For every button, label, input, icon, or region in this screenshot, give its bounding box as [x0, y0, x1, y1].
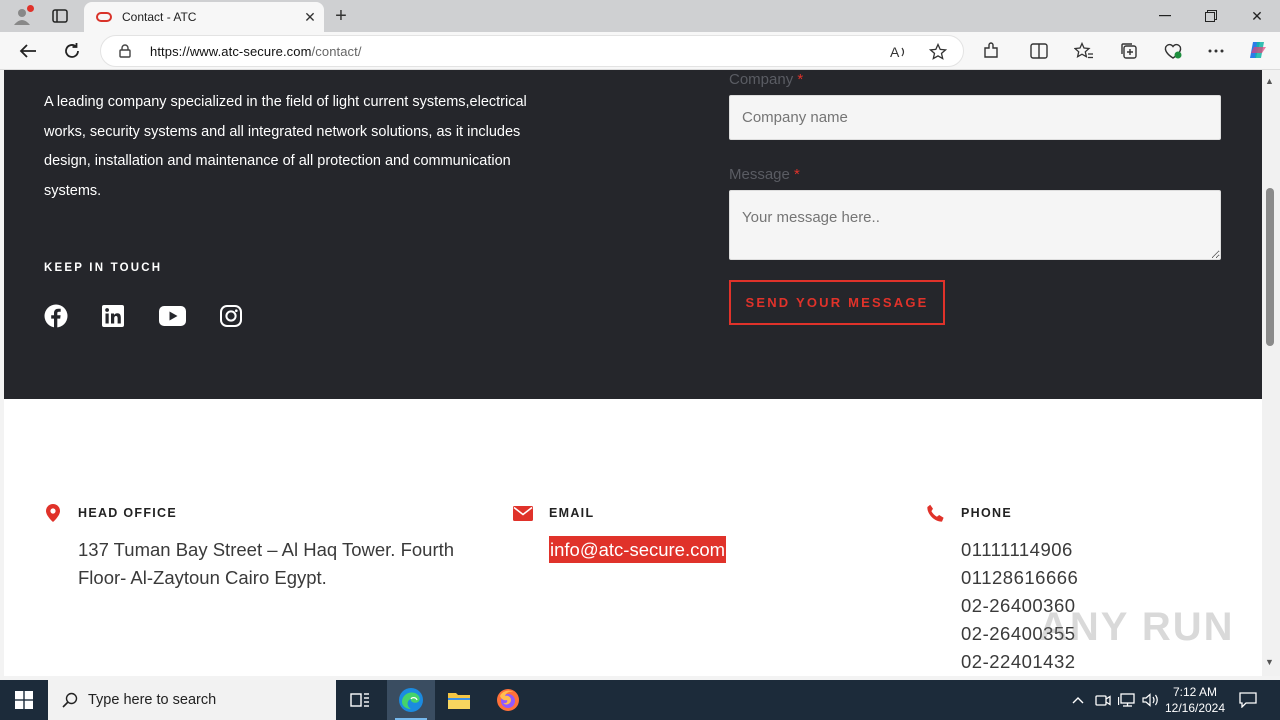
required-mark: *: [797, 71, 804, 88]
scroll-up-icon[interactable]: ▲: [1265, 76, 1274, 86]
tab-contact-atc[interactable]: Contact - ATC ✕: [84, 2, 324, 32]
message-textarea[interactable]: [729, 190, 1221, 260]
new-tab-icon[interactable]: +: [328, 4, 354, 28]
message-label-text: Message: [729, 166, 790, 183]
tab-actions-icon[interactable]: [48, 6, 72, 26]
clock-time: 7:12 AM: [1172, 685, 1218, 699]
more-menu-icon[interactable]: [1205, 41, 1227, 61]
browser-essentials-icon[interactable]: [1162, 41, 1184, 61]
keep-in-touch-heading: KEEP IN TOUCH: [44, 262, 163, 274]
favorites-icon[interactable]: [1073, 41, 1095, 61]
phone-number[interactable]: 01111114906: [961, 536, 1078, 564]
url-field[interactable]: https://www.atc-secure.com/contact/ A: [100, 35, 964, 67]
scroll-down-icon[interactable]: ▼: [1265, 657, 1274, 667]
clock-date: 12/16/2024: [1164, 701, 1226, 715]
anyrun-watermark: ANY RUN: [1039, 605, 1235, 649]
refresh-icon[interactable]: [58, 37, 86, 65]
location-pin-icon: [42, 503, 64, 523]
minimize-icon[interactable]: [1142, 0, 1188, 32]
browser-tab-bar: Contact - ATC ✕ + ✕: [0, 0, 1280, 32]
volume-icon[interactable]: [1140, 680, 1162, 720]
company-label-text: Company: [729, 71, 794, 88]
split-screen-icon[interactable]: [1028, 41, 1050, 61]
back-icon[interactable]: [14, 37, 42, 65]
atc-favicon-icon: [96, 12, 112, 22]
phone-number[interactable]: 01128616666: [961, 564, 1078, 592]
search-icon: [62, 692, 78, 708]
linkedin-icon[interactable]: [101, 304, 125, 328]
lock-icon[interactable]: [119, 44, 131, 63]
email-title: EMAIL: [549, 506, 595, 520]
email-link[interactable]: info@atc-secure.com: [549, 536, 727, 563]
meet-now-icon[interactable]: [1093, 680, 1113, 720]
read-aloud-icon[interactable]: A: [889, 42, 909, 62]
network-icon[interactable]: [1116, 680, 1138, 720]
svg-text:A: A: [890, 44, 900, 60]
file-explorer-icon[interactable]: [435, 680, 483, 720]
message-label: Message *: [729, 166, 800, 183]
company-description: A leading company specialized in the fie…: [44, 94, 527, 199]
firefox-icon[interactable]: [484, 680, 532, 720]
social-links: [44, 304, 243, 328]
search-placeholder: Type here to search: [88, 692, 217, 708]
youtube-icon[interactable]: [158, 304, 186, 328]
scrollbar-thumb[interactable]: [1266, 188, 1274, 346]
notifications-icon[interactable]: [1236, 680, 1260, 720]
restore-icon[interactable]: [1188, 0, 1234, 32]
company-label: Company *: [729, 71, 803, 88]
envelope-icon: [512, 503, 534, 523]
task-view-icon[interactable]: [336, 680, 384, 720]
profile-icon[interactable]: [10, 5, 34, 27]
phone-title: PHONE: [961, 506, 1012, 520]
url-host: https://www.atc-secure.com: [150, 44, 312, 59]
footer-dark-section: A leading company specialized in the fie…: [4, 70, 1262, 399]
favorite-star-icon[interactable]: [928, 42, 948, 62]
copilot-icon[interactable]: [1246, 38, 1270, 62]
send-message-button[interactable]: SEND YOUR MESSAGE: [729, 280, 945, 325]
windows-taskbar: Type here to search 7:12 AM 12/16/2024: [0, 680, 1280, 720]
phone-number[interactable]: 02-22401432: [961, 648, 1078, 676]
page-scrollbar[interactable]: ▲ ▼: [1262, 70, 1280, 676]
edge-taskbar-icon[interactable]: [387, 680, 435, 720]
address-bar: https://www.atc-secure.com/contact/ A: [0, 32, 1280, 70]
url-text: https://www.atc-secure.com/contact/: [150, 44, 362, 59]
phone-icon: [924, 503, 946, 523]
extensions-icon[interactable]: [980, 41, 1002, 61]
required-mark: *: [794, 166, 800, 183]
tab-title: Contact - ATC: [122, 10, 197, 24]
page-viewport: A leading company specialized in the fie…: [4, 70, 1262, 676]
head-office-title: HEAD OFFICE: [78, 506, 178, 520]
close-window-icon[interactable]: ✕: [1234, 0, 1280, 32]
office-address: 137 Tuman Bay Street – Al Haq Tower. Fou…: [78, 539, 455, 588]
taskbar-search-box[interactable]: Type here to search: [48, 680, 336, 720]
url-path: /contact/: [311, 44, 362, 59]
taskbar-clock[interactable]: 7:12 AM 12/16/2024: [1160, 684, 1230, 716]
collections-icon[interactable]: [1118, 41, 1140, 61]
instagram-icon[interactable]: [219, 304, 243, 328]
close-tab-icon[interactable]: ✕: [296, 5, 324, 29]
windows-start-icon[interactable]: [0, 680, 48, 720]
facebook-icon[interactable]: [44, 304, 68, 328]
show-hidden-icons[interactable]: [1068, 680, 1088, 720]
company-input[interactable]: [729, 95, 1221, 140]
